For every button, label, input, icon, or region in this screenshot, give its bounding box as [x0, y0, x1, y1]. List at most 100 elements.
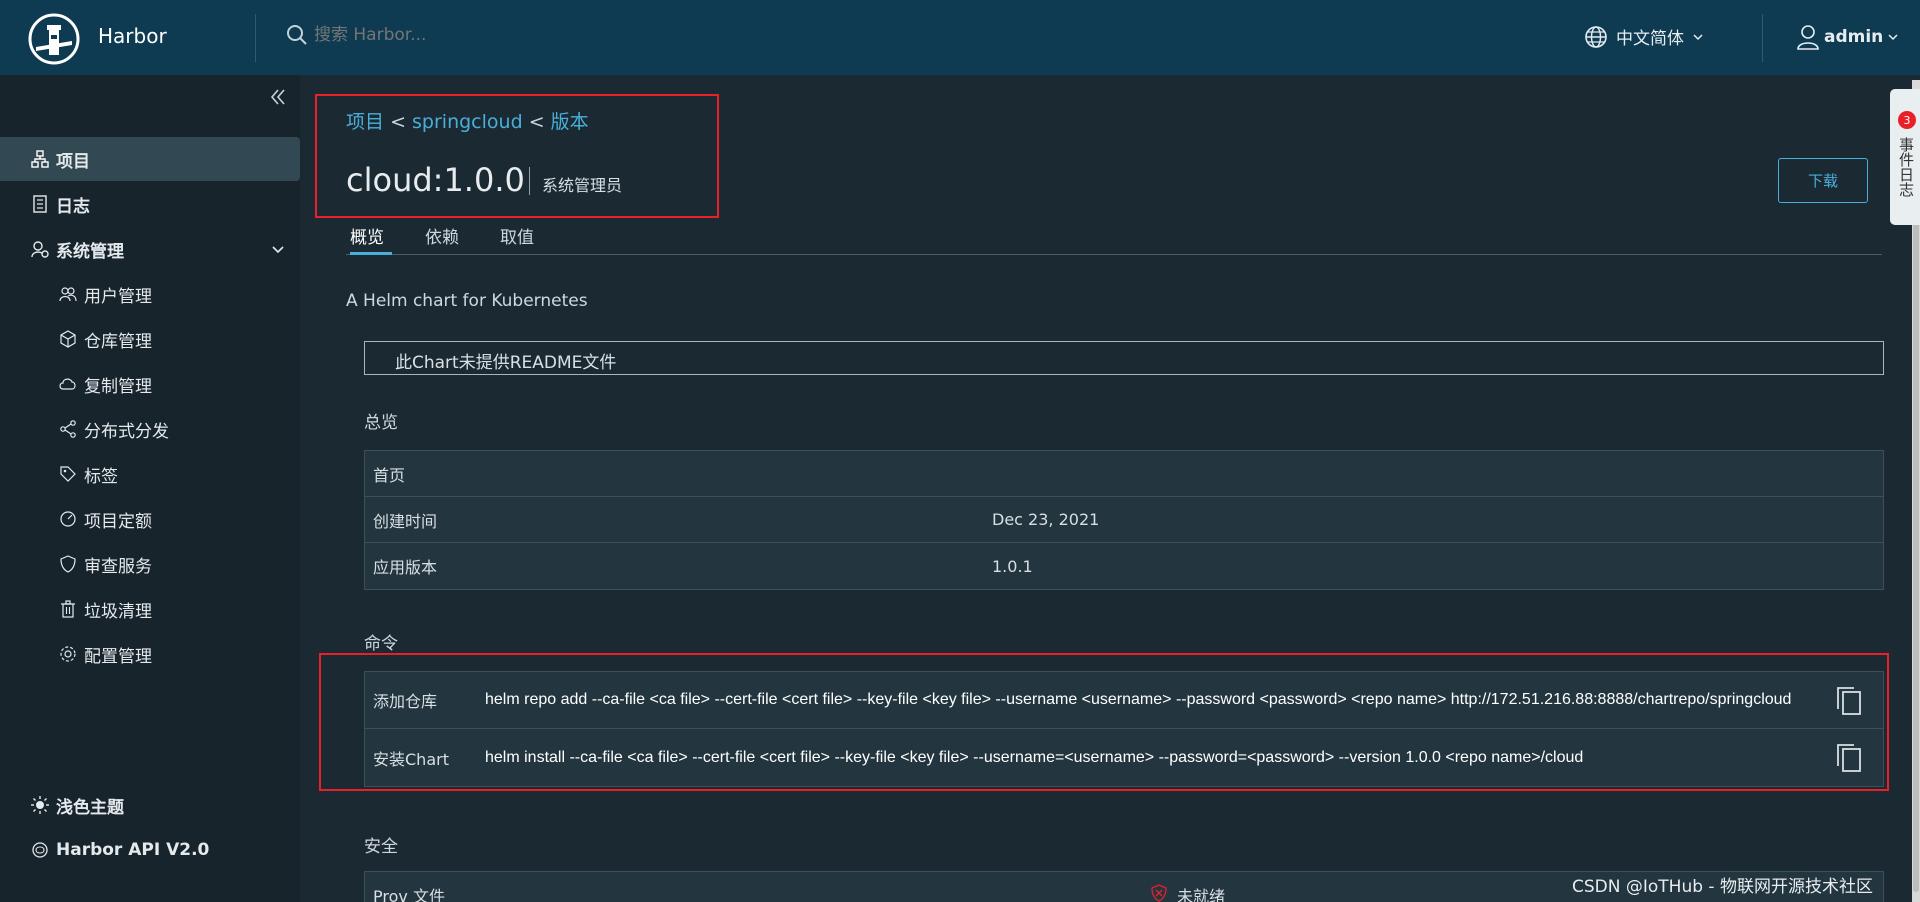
tab-values[interactable]: 取值: [500, 223, 534, 255]
created-label: 创建时间: [373, 511, 438, 531]
gear-icon: [58, 644, 78, 664]
tag-icon: [58, 464, 78, 484]
registry-icon: [58, 329, 78, 349]
error-shield-icon: [1151, 884, 1167, 902]
copy-icon[interactable]: [1835, 686, 1863, 716]
role-label: 系统管理员: [542, 176, 623, 195]
sidebar-item-label: 系统管理: [56, 241, 124, 262]
log-icon: [30, 194, 50, 214]
page-title: cloud:1.0.0: [346, 161, 525, 199]
trash-icon: [58, 599, 78, 619]
sidebar-item-replication[interactable]: 复制管理: [0, 362, 300, 406]
install-label: 安装Chart: [373, 749, 449, 769]
table-row: 首页: [365, 451, 1883, 497]
add-repo-command[interactable]: helm repo add --ca-file <ca file> --cert…: [485, 691, 1801, 709]
notification-badge: 3: [1898, 111, 1916, 129]
event-log-label: 事件日志: [1897, 137, 1915, 197]
admin-icon: [30, 239, 50, 259]
sidebar-item-label: 垃圾清理: [84, 601, 152, 622]
sidebar-item-label: 分布式分发: [84, 421, 169, 442]
sidebar-item-logs[interactable]: 日志: [0, 182, 300, 226]
sidebar: 项目 日志 系统管理 用户管理 仓库管理 复制管理 分布式分发 标签 项目定额 …: [0, 75, 300, 902]
breadcrumb: 项目 < springcloud < 版本: [346, 107, 589, 134]
sidebar-item-label: 项目定额: [84, 511, 152, 532]
commands-table: 添加仓库 helm repo add --ca-file <ca file> -…: [364, 671, 1884, 787]
copy-icon[interactable]: [1835, 743, 1863, 773]
top-header: Harbor 中文简体 admin: [0, 0, 1920, 75]
table-row: 创建时间 Dec 23, 2021: [365, 497, 1883, 543]
home-label: 首页: [373, 465, 406, 485]
share-icon: [58, 419, 78, 439]
sidebar-item-label: 日志: [56, 196, 90, 217]
sidebar-item-registries[interactable]: 仓库管理: [0, 317, 300, 361]
sidebar-item-quotas[interactable]: 项目定额: [0, 497, 300, 541]
header-divider: [255, 14, 256, 62]
chevron-down-icon: [272, 246, 284, 254]
breadcrumb-repo[interactable]: springcloud: [412, 111, 523, 133]
prov-label: Prov 文件: [373, 887, 445, 902]
sidebar-item-label: 配置管理: [84, 646, 152, 667]
install-command[interactable]: helm install --ca-file <ca file> --cert-…: [485, 749, 1801, 767]
sidebar-item-label: 仓库管理: [84, 331, 152, 352]
tab-bar: 概览 依赖 取值: [346, 223, 1882, 255]
event-log-tab[interactable]: 3 事件日志: [1890, 89, 1920, 225]
table-row: 应用版本 1.0.1: [365, 543, 1883, 589]
add-repo-label: 添加仓库: [373, 692, 438, 711]
theme-toggle[interactable]: 浅色主题: [0, 783, 300, 827]
tab-dependencies[interactable]: 依赖: [425, 223, 459, 255]
sidebar-item-config[interactable]: 配置管理: [0, 632, 300, 676]
collapse-sidebar-icon[interactable]: [268, 87, 288, 107]
sidebar-item-label: 项目: [56, 151, 90, 172]
api-link[interactable]: Harbor API V2.0: [0, 828, 300, 872]
sidebar-item-label: 复制管理: [84, 376, 152, 397]
chart-description: A Helm chart for Kubernetes: [346, 291, 588, 311]
sidebar-item-gc[interactable]: 垃圾清理: [0, 587, 300, 631]
breadcrumb-versions[interactable]: 版本: [551, 111, 589, 133]
language-selector[interactable]: 中文简体: [1584, 24, 1704, 49]
prov-status: 未就绪: [1177, 887, 1226, 902]
api-icon: [30, 840, 50, 860]
tab-summary[interactable]: 概览: [350, 223, 392, 255]
cloud-icon: [58, 374, 78, 394]
title-divider: [529, 167, 530, 195]
download-button[interactable]: 下载: [1778, 158, 1868, 203]
sidebar-item-distribution[interactable]: 分布式分发: [0, 407, 300, 451]
api-label: Harbor API V2.0: [56, 840, 210, 860]
sidebar-item-label: 标签: [84, 466, 118, 487]
project-icon: [30, 149, 50, 169]
header-divider: [1762, 14, 1763, 62]
search-box[interactable]: [286, 24, 714, 46]
sidebar-item-projects[interactable]: 项目: [0, 137, 300, 181]
user-name: admin: [1824, 27, 1884, 47]
users-icon: [58, 284, 78, 304]
harbor-logo-icon[interactable]: [28, 13, 80, 65]
overview-table: 首页 创建时间 Dec 23, 2021 应用版本 1.0.1: [364, 450, 1884, 590]
created-value: Dec 23, 2021: [992, 510, 1100, 529]
search-icon: [287, 25, 307, 45]
user-menu[interactable]: admin: [1796, 24, 1899, 50]
breadcrumb-projects[interactable]: 项目: [346, 111, 384, 133]
user-icon: [1797, 25, 1819, 50]
app-version-label: 应用版本: [373, 558, 438, 577]
search-input[interactable]: [314, 25, 714, 45]
sidebar-item-scanners[interactable]: 审查服务: [0, 542, 300, 586]
shield-icon: [58, 554, 78, 574]
security-label: 安全: [364, 837, 398, 857]
commands-label: 命令: [364, 634, 398, 654]
sun-icon: [30, 795, 50, 815]
chevron-down-icon: [1693, 33, 1703, 40]
breadcrumb-separator: <: [390, 111, 406, 133]
watermark: CSDN @IoTHub - 物联网开源技术社区: [1572, 877, 1873, 897]
sidebar-item-labels[interactable]: 标签: [0, 452, 300, 496]
language-label: 中文简体: [1616, 29, 1684, 49]
command-row: 添加仓库 helm repo add --ca-file <ca file> -…: [365, 672, 1883, 729]
sidebar-item-admin[interactable]: 系统管理: [0, 227, 300, 271]
app-version-value: 1.0.1: [992, 556, 1033, 576]
sidebar-item-users[interactable]: 用户管理: [0, 272, 300, 316]
breadcrumb-separator: <: [528, 111, 545, 133]
brand-name[interactable]: Harbor: [98, 24, 167, 48]
sidebar-item-label: 审查服务: [84, 556, 152, 577]
sidebar-item-label: 用户管理: [84, 286, 152, 307]
main-content: 项目 < springcloud < 版本 cloud:1.0.0 系统管理员 …: [300, 75, 1890, 902]
globe-icon: [1585, 25, 1607, 48]
